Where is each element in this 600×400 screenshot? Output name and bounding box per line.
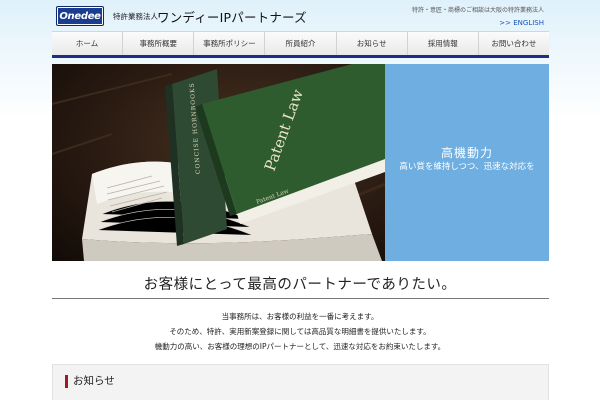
hero-banner: CONCISE HORNBOOKS Patent Law Patent Law … [52, 64, 549, 261]
corporation-type: 特許業務法人 [113, 12, 158, 21]
hero-subtitle: 高い質を維持しつつ、迅速な対応を [399, 162, 535, 172]
hero-title: 高機動力 [440, 146, 493, 160]
intro-line-1: 当事務所は、お客様の利益を一番に考えます。 [221, 312, 379, 321]
news-heading: お知らせ [65, 375, 115, 388]
onedee-logo[interactable]: Onedee [56, 6, 104, 26]
nav-item-office-overview[interactable]: 事務所概要 [123, 32, 195, 55]
nav-item-contact[interactable]: お問い合わせ [479, 32, 549, 55]
english-link[interactable]: >> ENGLISH [499, 19, 544, 27]
nav-item-staff[interactable]: 所員紹介 [265, 32, 337, 55]
global-nav: ホーム 事務所概要 事務所ポリシー 所員紹介 お知らせ 採用情報 お問い合わせ [52, 31, 549, 58]
intro-line-2: そのため、特許、実用新案登録に関しては高品質な明細書を提供いたします。 [169, 327, 431, 336]
hero-message-panel: 高機動力 高い質を維持しつつ、迅速な対応を [385, 64, 549, 261]
intro-line-3: 機動力の高い、お客様の理想のIPパートナーとして、迅速な対応をお約束いたします。 [154, 342, 446, 351]
section-divider [52, 298, 549, 299]
nav-item-home[interactable]: ホーム [52, 32, 124, 55]
nav-item-office-policy[interactable]: 事務所ポリシー [194, 32, 266, 55]
main-headline: お客様にとって最高のパートナーでありたい。 [143, 277, 457, 293]
hero-photo-patent-law-book: CONCISE HORNBOOKS Patent Law Patent Law [52, 64, 385, 261]
hero-photo-illustration: CONCISE HORNBOOKS Patent Law Patent Law [52, 64, 385, 261]
news-section: お知らせ [52, 364, 549, 400]
site-header: Onedee 特許業務法人 ワンディーIPパートナーズ 特許・意匠・商標のご相談… [0, 0, 600, 30]
nav-item-recruit[interactable]: 採用情報 [408, 32, 479, 55]
logo-text: Onedee [59, 10, 101, 22]
nav-item-news[interactable]: お知らせ [337, 32, 408, 55]
firm-name[interactable]: ワンディーIPパートナーズ [157, 7, 307, 26]
header-tagline: 特許・意匠・商標のご相談は大阪の特許業務法人 [411, 7, 544, 14]
